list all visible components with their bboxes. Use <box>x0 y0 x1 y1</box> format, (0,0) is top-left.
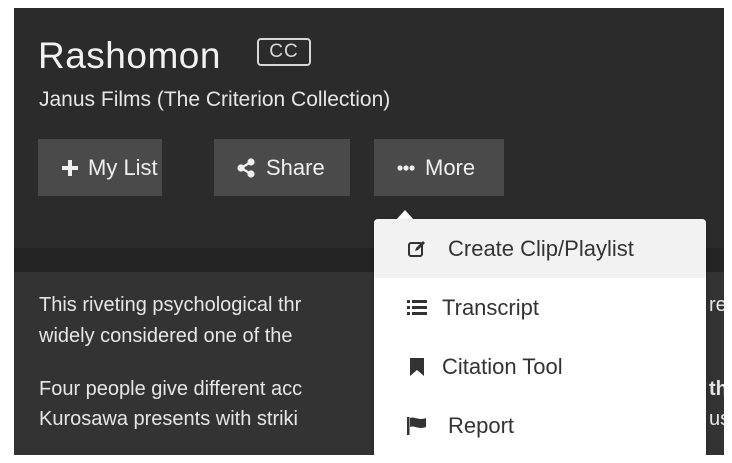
menu-item-transcript[interactable]: Transcript <box>374 278 706 337</box>
more-button[interactable]: More <box>374 139 504 196</box>
description-fragment: th <box>709 378 724 400</box>
description-fragment: re <box>709 294 724 316</box>
description-line: widely considered one of the <box>39 325 293 347</box>
description-line: Four people give different acc <box>39 378 303 400</box>
share-label: Share <box>266 155 325 180</box>
my-list-label: My List <box>88 155 158 180</box>
title-header: Rashomon CC Janus Films (The Criterion C… <box>14 8 724 248</box>
closed-captions-badge: CC <box>257 38 311 66</box>
share-button[interactable]: Share <box>214 139 350 196</box>
menu-item-label: Transcript <box>442 294 539 320</box>
edit-icon <box>404 239 430 259</box>
more-dropdown-menu: Create Clip/Playlist Transcript Citation… <box>374 210 706 455</box>
menu-item-citation-tool[interactable]: Citation Tool <box>374 337 706 396</box>
ellipsis-icon <box>397 164 415 171</box>
menu-item-label: Create Clip/Playlist <box>448 235 634 261</box>
menu-item-label: Citation Tool <box>442 353 563 379</box>
studio-label: Janus Films (The Criterion Collection) <box>39 88 391 111</box>
video-detail-page: Rashomon CC Janus Films (The Criterion C… <box>14 8 724 455</box>
description-line: This riveting psychological thr <box>39 294 302 316</box>
menu-item-create-clip[interactable]: Create Clip/Playlist <box>374 219 706 278</box>
more-label: More <box>425 155 476 180</box>
description-fragment: us <box>709 408 724 430</box>
list-icon <box>404 299 430 316</box>
page-title: Rashomon <box>38 35 221 76</box>
plus-icon <box>62 159 78 176</box>
flag-icon <box>404 416 430 435</box>
menu-item-label: Report <box>448 412 515 438</box>
bookmark-icon <box>404 357 430 376</box>
menu-item-report[interactable]: Report <box>374 396 706 455</box>
my-list-button[interactable]: My List <box>38 139 162 196</box>
share-icon <box>236 157 256 178</box>
description-line: Kurosawa presents with striki <box>39 408 298 430</box>
